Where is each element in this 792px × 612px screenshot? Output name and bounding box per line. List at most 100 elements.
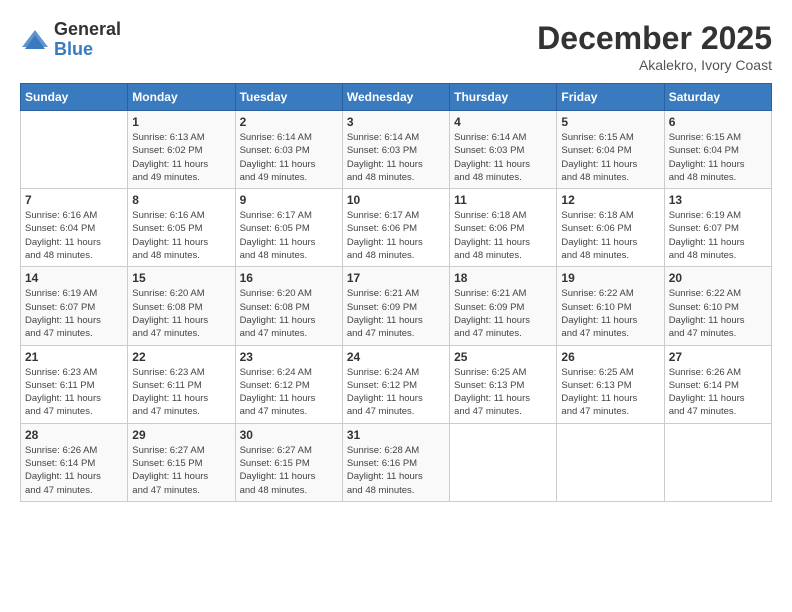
day-info: Sunrise: 6:13 AMSunset: 6:02 PMDaylight:… <box>132 131 230 184</box>
calendar-cell: 25 Sunrise: 6:25 AMSunset: 6:13 PMDayligh… <box>450 345 557 423</box>
day-number: 27 <box>669 350 767 364</box>
day-number: 7 <box>25 193 123 207</box>
day-header-thursday: Thursday <box>450 84 557 111</box>
calendar-cell: 29 Sunrise: 6:27 AMSunset: 6:15 PMDayligh… <box>128 423 235 501</box>
day-info: Sunrise: 6:24 AMSunset: 6:12 PMDaylight:… <box>240 366 338 419</box>
day-number: 22 <box>132 350 230 364</box>
calendar-cell: 20 Sunrise: 6:22 AMSunset: 6:10 PMDayligh… <box>664 267 771 345</box>
day-header-saturday: Saturday <box>664 84 771 111</box>
calendar-cell <box>664 423 771 501</box>
calendar-cell: 16 Sunrise: 6:20 AMSunset: 6:08 PMDayligh… <box>235 267 342 345</box>
day-info: Sunrise: 6:23 AMSunset: 6:11 PMDaylight:… <box>25 366 123 419</box>
calendar-cell: 10Sunrise: 6:17 AMSunset: 6:06 PMDayligh… <box>342 189 449 267</box>
day-info: Sunrise: 6:16 AMSunset: 6:04 PMDaylight:… <box>25 209 123 262</box>
calendar-cell: 9Sunrise: 6:17 AMSunset: 6:05 PMDaylight… <box>235 189 342 267</box>
calendar-cell: 6 Sunrise: 6:15 AMSunset: 6:04 PMDaylight… <box>664 111 771 189</box>
day-number: 4 <box>454 115 552 129</box>
calendar-cell: 14Sunrise: 6:19 AMSunset: 6:07 PMDayligh… <box>21 267 128 345</box>
day-info: Sunrise: 6:28 AMSunset: 6:16 PMDaylight:… <box>347 444 445 497</box>
calendar-cell: 2 Sunrise: 6:14 AMSunset: 6:03 PMDaylight… <box>235 111 342 189</box>
calendar-header: SundayMondayTuesdayWednesdayThursdayFrid… <box>21 84 772 111</box>
day-info: Sunrise: 6:21 AMSunset: 6:09 PMDaylight:… <box>454 287 552 340</box>
calendar-cell: 7 Sunrise: 6:16 AMSunset: 6:04 PMDaylight… <box>21 189 128 267</box>
calendar-cell: 23 Sunrise: 6:24 AMSunset: 6:12 PMDayligh… <box>235 345 342 423</box>
day-info: Sunrise: 6:25 AMSunset: 6:13 PMDaylight:… <box>454 366 552 419</box>
day-number: 13 <box>669 193 767 207</box>
day-info: Sunrise: 6:25 AMSunset: 6:13 PMDaylight:… <box>561 366 659 419</box>
day-number: 30 <box>240 428 338 442</box>
day-number: 19 <box>561 271 659 285</box>
day-info: Sunrise: 6:20 AMSunset: 6:08 PMDaylight:… <box>132 287 230 340</box>
calendar-cell: 21 Sunrise: 6:23 AMSunset: 6:11 PMDayligh… <box>21 345 128 423</box>
header-row: SundayMondayTuesdayWednesdayThursdayFrid… <box>21 84 772 111</box>
page-header: General Blue December 2025 Akalekro, Ivo… <box>20 20 772 73</box>
day-info: Sunrise: 6:26 AMSunset: 6:14 PMDaylight:… <box>25 444 123 497</box>
day-info: Sunrise: 6:16 AMSunset: 6:05 PMDaylight:… <box>132 209 230 262</box>
day-info: Sunrise: 6:20 AMSunset: 6:08 PMDaylight:… <box>240 287 338 340</box>
day-number: 31 <box>347 428 445 442</box>
day-number: 28 <box>25 428 123 442</box>
day-info: Sunrise: 6:27 AMSunset: 6:15 PMDaylight:… <box>240 444 338 497</box>
calendar-cell <box>450 423 557 501</box>
week-row-1: 1 Sunrise: 6:13 AMSunset: 6:02 PMDaylight… <box>21 111 772 189</box>
calendar-cell: 4 Sunrise: 6:14 AMSunset: 6:03 PMDaylight… <box>450 111 557 189</box>
calendar-cell: 19Sunrise: 6:22 AMSunset: 6:10 PMDayligh… <box>557 267 664 345</box>
day-number: 14 <box>25 271 123 285</box>
week-row-5: 28 Sunrise: 6:26 AMSunset: 6:14 PMDayligh… <box>21 423 772 501</box>
calendar-cell: 26Sunrise: 6:25 AMSunset: 6:13 PMDayligh… <box>557 345 664 423</box>
day-number: 2 <box>240 115 338 129</box>
calendar-cell: 22 Sunrise: 6:23 AMSunset: 6:11 PMDayligh… <box>128 345 235 423</box>
day-info: Sunrise: 6:21 AMSunset: 6:09 PMDaylight:… <box>347 287 445 340</box>
day-number: 20 <box>669 271 767 285</box>
day-info: Sunrise: 6:17 AMSunset: 6:05 PMDaylight:… <box>240 209 338 262</box>
day-info: Sunrise: 6:26 AMSunset: 6:14 PMDaylight:… <box>669 366 767 419</box>
logo: General Blue <box>20 20 121 60</box>
day-number: 1 <box>132 115 230 129</box>
title-block: December 2025 Akalekro, Ivory Coast <box>537 20 772 73</box>
day-number: 23 <box>240 350 338 364</box>
calendar-cell: 12Sunrise: 6:18 AMSunset: 6:06 PMDayligh… <box>557 189 664 267</box>
month-title: December 2025 <box>537 20 772 57</box>
day-number: 15 <box>132 271 230 285</box>
calendar-cell: 13 Sunrise: 6:19 AMSunset: 6:07 PMDayligh… <box>664 189 771 267</box>
day-info: Sunrise: 6:18 AMSunset: 6:06 PMDaylight:… <box>454 209 552 262</box>
calendar: SundayMondayTuesdayWednesdayThursdayFrid… <box>20 83 772 502</box>
calendar-cell: 28 Sunrise: 6:26 AMSunset: 6:14 PMDayligh… <box>21 423 128 501</box>
day-number: 6 <box>669 115 767 129</box>
day-info: Sunrise: 6:23 AMSunset: 6:11 PMDaylight:… <box>132 366 230 419</box>
day-number: 16 <box>240 271 338 285</box>
week-row-3: 14Sunrise: 6:19 AMSunset: 6:07 PMDayligh… <box>21 267 772 345</box>
day-header-tuesday: Tuesday <box>235 84 342 111</box>
calendar-cell <box>21 111 128 189</box>
day-number: 5 <box>561 115 659 129</box>
day-info: Sunrise: 6:27 AMSunset: 6:15 PMDaylight:… <box>132 444 230 497</box>
day-number: 3 <box>347 115 445 129</box>
day-number: 21 <box>25 350 123 364</box>
day-info: Sunrise: 6:22 AMSunset: 6:10 PMDaylight:… <box>669 287 767 340</box>
logo-icon <box>20 25 50 55</box>
calendar-cell: 17Sunrise: 6:21 AMSunset: 6:09 PMDayligh… <box>342 267 449 345</box>
location: Akalekro, Ivory Coast <box>537 57 772 73</box>
day-info: Sunrise: 6:15 AMSunset: 6:04 PMDaylight:… <box>669 131 767 184</box>
day-header-sunday: Sunday <box>21 84 128 111</box>
day-number: 18 <box>454 271 552 285</box>
day-info: Sunrise: 6:14 AMSunset: 6:03 PMDaylight:… <box>240 131 338 184</box>
day-number: 25 <box>454 350 552 364</box>
calendar-cell: 27 Sunrise: 6:26 AMSunset: 6:14 PMDayligh… <box>664 345 771 423</box>
day-header-monday: Monday <box>128 84 235 111</box>
logo-general: General <box>54 20 121 40</box>
day-info: Sunrise: 6:15 AMSunset: 6:04 PMDaylight:… <box>561 131 659 184</box>
logo-blue: Blue <box>54 40 121 60</box>
week-row-2: 7 Sunrise: 6:16 AMSunset: 6:04 PMDaylight… <box>21 189 772 267</box>
day-info: Sunrise: 6:14 AMSunset: 6:03 PMDaylight:… <box>454 131 552 184</box>
calendar-cell: 24Sunrise: 6:24 AMSunset: 6:12 PMDayligh… <box>342 345 449 423</box>
day-number: 29 <box>132 428 230 442</box>
calendar-cell: 31 Sunrise: 6:28 AMSunset: 6:16 PMDayligh… <box>342 423 449 501</box>
day-number: 10 <box>347 193 445 207</box>
logo-text: General Blue <box>54 20 121 60</box>
day-info: Sunrise: 6:14 AMSunset: 6:03 PMDaylight:… <box>347 131 445 184</box>
day-info: Sunrise: 6:19 AMSunset: 6:07 PMDaylight:… <box>669 209 767 262</box>
calendar-cell: 18 Sunrise: 6:21 AMSunset: 6:09 PMDayligh… <box>450 267 557 345</box>
calendar-cell: 3 Sunrise: 6:14 AMSunset: 6:03 PMDaylight… <box>342 111 449 189</box>
calendar-cell: 30 Sunrise: 6:27 AMSunset: 6:15 PMDayligh… <box>235 423 342 501</box>
